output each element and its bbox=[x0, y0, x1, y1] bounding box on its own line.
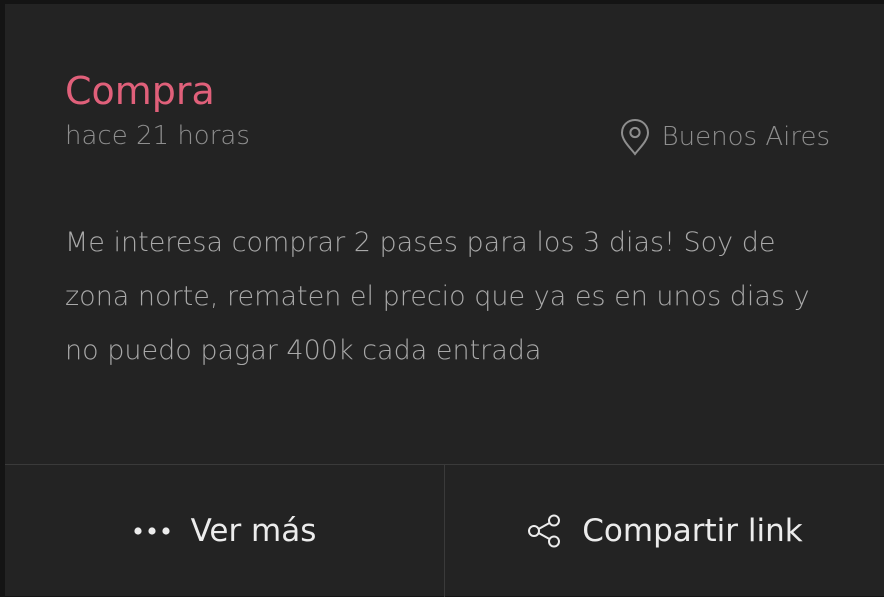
share-link-button[interactable]: Compartir link bbox=[445, 465, 884, 597]
location-pin-icon bbox=[620, 118, 650, 156]
post-message: Me interesa comprar 2 pases para los 3 d… bbox=[65, 227, 810, 366]
share-icon bbox=[526, 514, 562, 548]
see-more-button[interactable]: Ver más bbox=[5, 465, 445, 597]
post-location: Buenos Aires bbox=[620, 118, 830, 156]
share-link-label: Compartir link bbox=[582, 513, 803, 549]
post-card: Compra hace 21 horas Buenos Aires Me int… bbox=[5, 4, 884, 597]
post-body: Compra hace 21 horas Buenos Aires Me int… bbox=[5, 4, 884, 464]
location-label: Buenos Aires bbox=[661, 122, 830, 152]
post-actions: Ver más Compartir link bbox=[5, 464, 884, 597]
see-more-label: Ver más bbox=[190, 513, 317, 549]
more-dots-icon bbox=[133, 525, 171, 537]
post-title: Compra bbox=[65, 69, 215, 113]
post-time: hace 21 horas bbox=[65, 121, 250, 151]
